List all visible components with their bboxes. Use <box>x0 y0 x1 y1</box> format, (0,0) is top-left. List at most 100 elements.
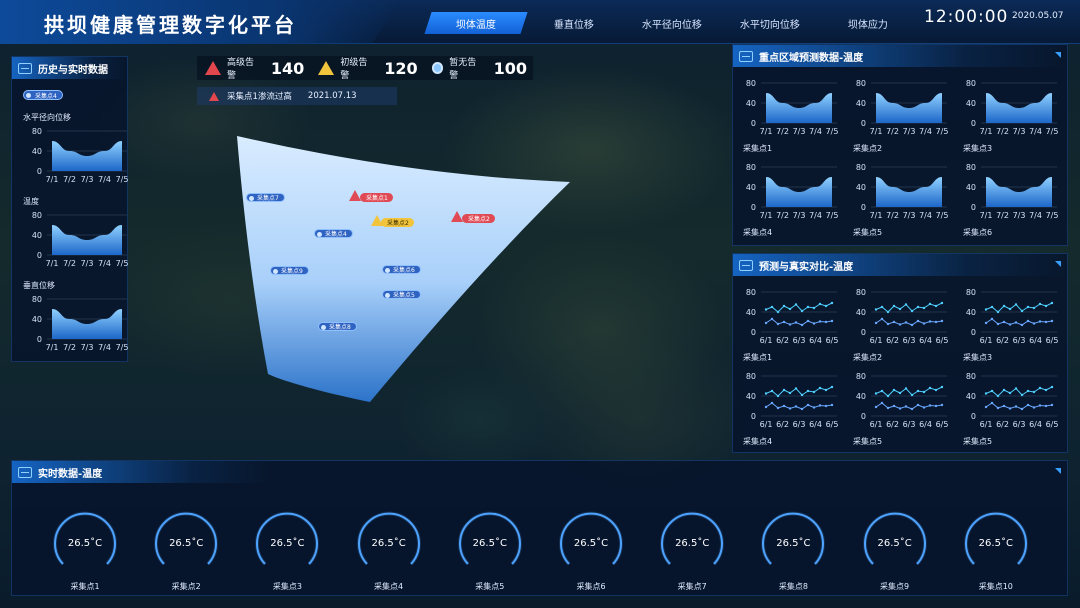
data-point <box>788 307 792 311</box>
warning-triangle-red-icon <box>205 61 221 75</box>
data-point <box>904 321 908 324</box>
temperature-gauge[interactable]: 26.5˚C 采集点8 <box>760 509 826 591</box>
x-tick-label: 6/1 <box>760 336 773 345</box>
alert-low[interactable]: 初级告警 120 <box>318 55 423 81</box>
forecast-panel-header: 重点区域预测数据-温度 <box>733 45 1067 67</box>
temperature-gauge[interactable]: 26.5˚C 采集点2 <box>153 509 219 591</box>
tab-vertical-displacement[interactable]: 垂直位移 <box>522 12 625 34</box>
data-point <box>1026 319 1030 323</box>
x-tick-label: 7/4 <box>809 127 822 136</box>
mini-chart: 80 40 0 6/1 6/2 6/3 6/4 6/5 <box>746 288 839 345</box>
temperature-gauge[interactable]: 26.5˚C 采集点4 <box>356 509 422 591</box>
data-point <box>770 305 774 309</box>
data-point <box>922 390 926 394</box>
map-marker-point-1[interactable]: 采集点1 <box>360 193 393 202</box>
temperature-gauge[interactable]: 26.5˚C 采集点3 <box>254 509 320 591</box>
collapse-corner-icon[interactable] <box>1055 52 1061 58</box>
x-tick-label: 7/5 <box>936 211 949 220</box>
data-point <box>770 317 774 321</box>
data-point <box>1038 386 1042 390</box>
temperature-gauge[interactable]: 26.5˚C 采集点9 <box>862 509 928 591</box>
temperature-gauge[interactable]: 26.5˚C 采集点5 <box>457 509 523 591</box>
alert-high[interactable]: 高级告警 140 <box>205 55 310 81</box>
map-marker-point-2-warning[interactable]: 采集点2 <box>381 218 414 227</box>
mini-chart: 80 40 0 7/1 7/2 7/3 7/4 7/5 <box>746 163 839 220</box>
x-tick-label: 7/3 <box>793 211 806 220</box>
data-point <box>916 403 920 407</box>
data-point <box>1008 323 1012 326</box>
x-tick-label: 7/2 <box>996 211 1009 220</box>
alert-notice[interactable]: 采集点1渗流过高 2021.07.13 <box>197 87 397 105</box>
data-point <box>830 301 834 305</box>
chart-icon <box>739 259 753 271</box>
data-point <box>1020 393 1024 397</box>
map-marker-point-6[interactable]: 采集点6 <box>382 265 421 274</box>
data-point <box>928 386 932 390</box>
tab-dam-stress[interactable]: 坝体应力 <box>816 12 919 34</box>
temperature-gauge[interactable]: 26.5˚C 采集点6 <box>558 509 624 591</box>
map-marker-point-9[interactable]: 采集点9 <box>270 266 309 275</box>
data-point <box>880 401 884 405</box>
x-tick-label: 7/5 <box>116 343 129 352</box>
collapse-corner-icon[interactable] <box>1055 468 1061 474</box>
point-selector-badge[interactable]: 采集点4 <box>23 90 63 100</box>
y-tick-label: 80 <box>32 127 42 136</box>
temperature-gauge[interactable]: 26.5˚C 采集点10 <box>963 509 1029 591</box>
point-selector-label: 采集点4 <box>35 92 57 100</box>
area-series <box>986 177 1052 207</box>
line-series <box>985 302 1053 313</box>
data-point <box>764 405 768 409</box>
x-tick-label: 7/5 <box>116 259 129 268</box>
data-point <box>1032 406 1036 409</box>
tab-bar: 坝体温度 垂直位移 水平径向位移 水平切向位移 坝体应力 <box>424 12 919 34</box>
map-marker-point-4[interactable]: 采集点4 <box>314 229 353 238</box>
data-point <box>776 310 780 314</box>
data-point <box>824 320 828 324</box>
tab-tangential-displacement[interactable]: 水平切向位移 <box>718 12 821 34</box>
data-point <box>818 320 822 323</box>
x-tick-label: 7/1 <box>760 127 773 136</box>
tab-dam-temperature[interactable]: 坝体温度 <box>424 12 528 34</box>
mini-chart: 80 40 0 7/1 7/2 7/3 7/4 7/5 <box>746 79 839 136</box>
mini-chart: 80 40 0 7/1 7/2 7/3 7/4 7/5 <box>856 163 949 220</box>
gauge-label: 采集点5 <box>475 582 505 591</box>
dashboard: 拱坝健康管理数字化平台 坝体温度 垂直位移 水平径向位移 水平切向位移 坝体应力… <box>0 0 1080 608</box>
y-tick-label: 0 <box>971 119 976 128</box>
alert-none[interactable]: 暂无告警 100 <box>431 55 533 81</box>
data-point <box>922 406 926 409</box>
tab-radial-displacement[interactable]: 水平径向位移 <box>620 12 723 34</box>
data-point <box>1026 305 1030 309</box>
data-point <box>1014 405 1018 408</box>
data-point <box>764 392 768 395</box>
alert-high-count: 140 <box>270 58 305 78</box>
map-marker-point-7[interactable]: 采集点7 <box>246 193 285 202</box>
y-tick-label: 40 <box>856 308 866 317</box>
x-tick-label: 7/5 <box>1046 211 1059 220</box>
notice-date: 2021.07.13 <box>307 91 357 101</box>
data-point <box>788 407 792 410</box>
data-point <box>1044 304 1048 308</box>
x-tick-label: 7/1 <box>46 259 59 268</box>
y-tick-label: 40 <box>32 147 42 156</box>
data-point <box>782 320 786 324</box>
data-point <box>996 322 1000 326</box>
chart-point-label: 采集点6 <box>963 228 993 237</box>
x-tick-label: 7/4 <box>1029 211 1042 220</box>
collapse-corner-icon[interactable] <box>1055 261 1061 267</box>
y-tick-label: 0 <box>971 412 976 421</box>
area-series <box>52 225 122 255</box>
map-marker-point-2-alarm[interactable]: 采集点2 <box>462 214 495 223</box>
map-marker-point-8[interactable]: 采集点8 <box>318 322 357 331</box>
x-tick-label: 7/5 <box>116 175 129 184</box>
y-tick-label: 0 <box>861 412 866 421</box>
data-point <box>818 386 822 390</box>
x-tick-label: 7/1 <box>870 211 883 220</box>
y-tick-label: 40 <box>856 183 866 192</box>
data-point <box>984 308 988 311</box>
data-point <box>1008 307 1012 311</box>
temperature-gauge[interactable]: 26.5˚C 采集点1 <box>52 509 118 591</box>
map-marker-point-5[interactable]: 采集点5 <box>382 290 421 299</box>
temperature-gauge[interactable]: 26.5˚C 采集点7 <box>659 509 725 591</box>
alert-high-label: 高级告警 <box>227 58 255 81</box>
data-point <box>782 388 786 392</box>
